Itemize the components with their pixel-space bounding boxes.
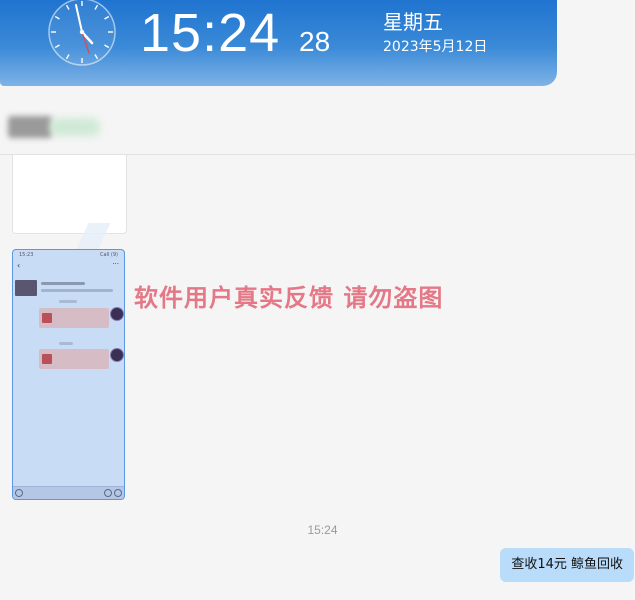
screenshot-input-bar	[13, 486, 124, 499]
screenshot-avatar	[110, 307, 124, 321]
screenshot-avatar	[110, 348, 124, 362]
contact-name-blurred	[50, 118, 100, 136]
analog-clock-icon	[48, 0, 116, 66]
clock-seconds: 28	[299, 26, 331, 57]
screenshot-topbar: 15:23 Call (9) ‹ ···	[13, 250, 124, 272]
contact-avatar-blurred[interactable]	[8, 116, 52, 138]
screenshot-image-message[interactable]: 15:23 Call (9) ‹ ···	[12, 249, 125, 500]
message-timestamp: 15:24	[307, 523, 338, 537]
clock-date: 2023年5月12日	[383, 39, 488, 55]
screenshot-time-line	[59, 300, 77, 303]
screenshot-red-icon	[42, 313, 52, 323]
screenshot-red-icon	[42, 354, 52, 364]
emoji-icon	[104, 489, 112, 497]
screenshot-contact-row	[15, 280, 121, 296]
back-arrow-icon: ‹	[17, 261, 21, 270]
plus-icon	[114, 489, 122, 497]
watermark-text: 软件用户真实反馈 请勿盗图	[134, 284, 444, 312]
clock-time: 15:24	[140, 3, 281, 63]
screenshot-text-line	[41, 282, 85, 285]
chat-header	[0, 86, 635, 155]
screenshot-thumbnail	[15, 280, 37, 296]
screenshot-text-line	[41, 289, 113, 292]
screenshot-time-line	[59, 342, 73, 345]
screenshot-status-time: 15:23	[19, 252, 34, 258]
clock-banner: 15:24 28 星期五 2023年5月12日	[0, 0, 557, 86]
clock-weekday: 星期五	[383, 10, 443, 34]
more-icon: ···	[112, 260, 119, 268]
sent-message-bubble[interactable]: 查收14元 鲸鱼回收	[500, 548, 634, 582]
voice-icon	[15, 489, 23, 497]
screenshot-status-right: Call (9)	[99, 252, 118, 258]
